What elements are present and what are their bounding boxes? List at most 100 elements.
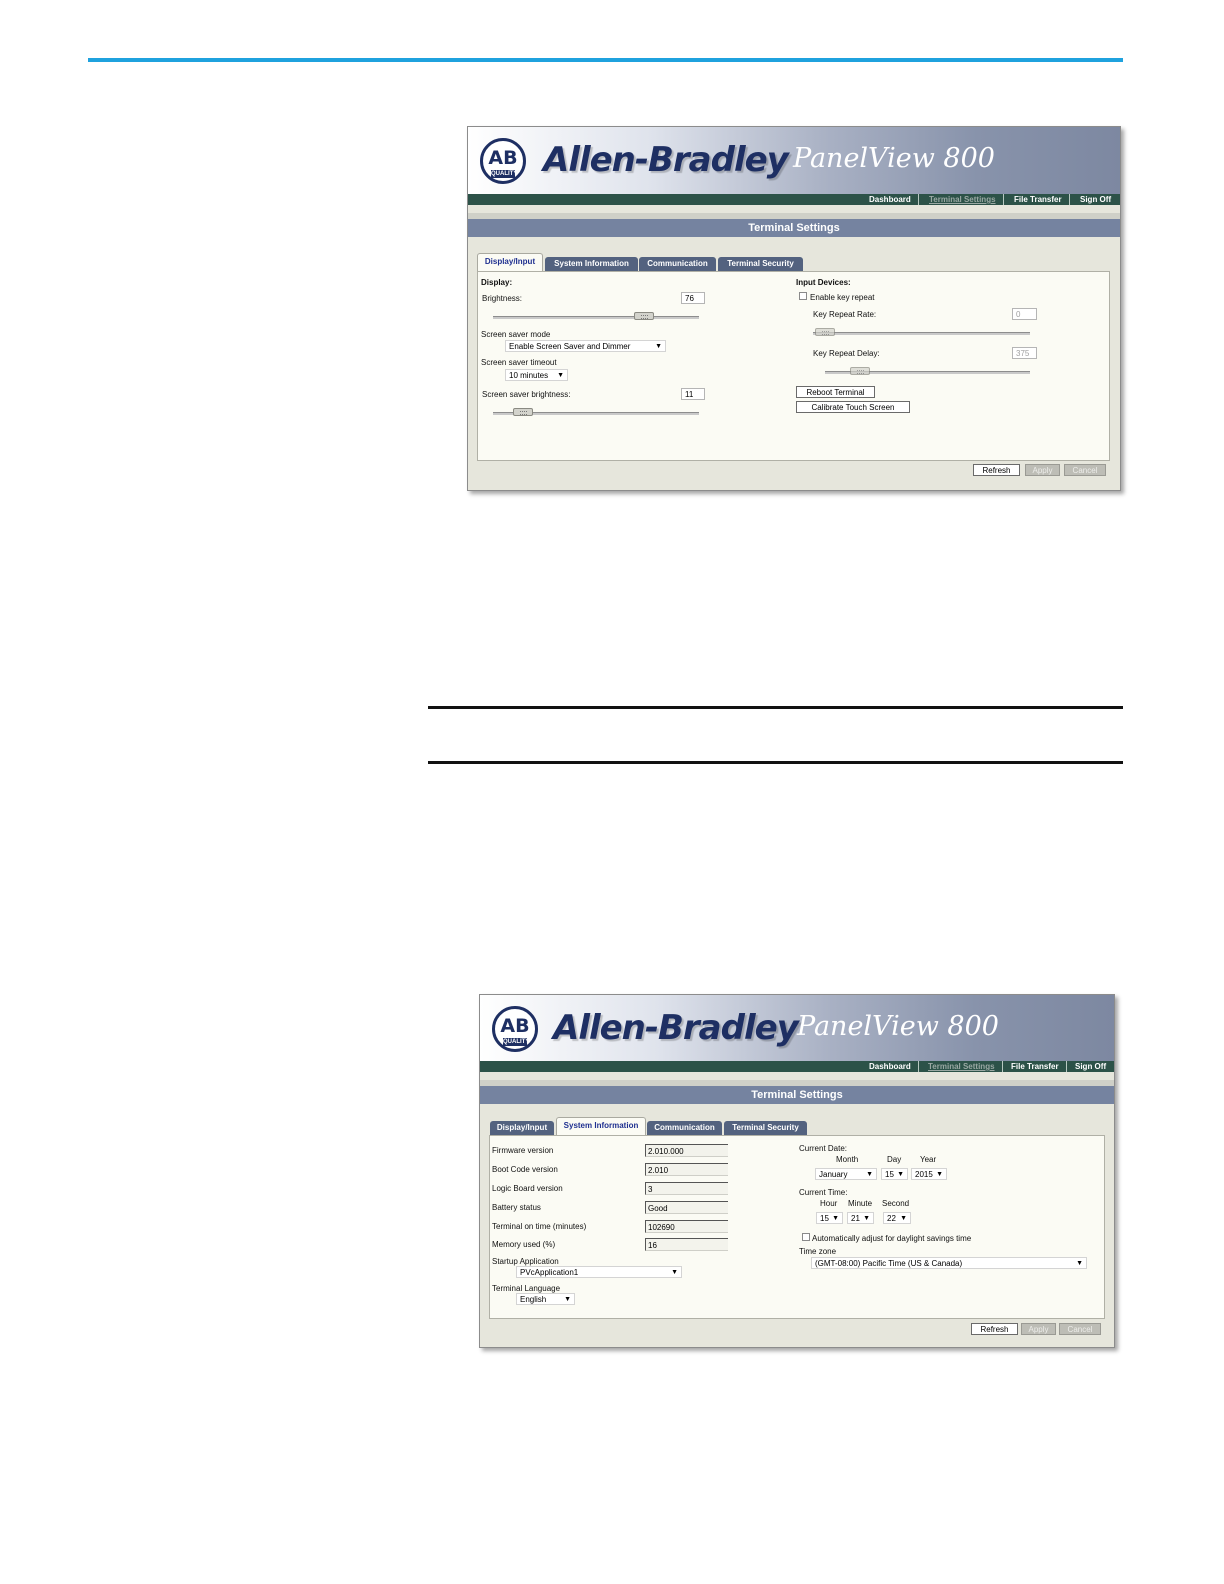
- saver-timeout-select[interactable]: 10 minutes ▼: [505, 369, 568, 381]
- month-label: Month: [836, 1155, 859, 1164]
- nav-terminal-settings[interactable]: Terminal Settings: [921, 1061, 1003, 1072]
- key-repeat-rate-thumb[interactable]: [815, 328, 835, 336]
- product-name: PanelView 800: [793, 143, 995, 174]
- info-value: 16: [645, 1238, 728, 1251]
- key-repeat-rate-input[interactable]: 0: [1012, 308, 1037, 320]
- tab-system-information[interactable]: System Information: [556, 1117, 646, 1135]
- brightness-input[interactable]: 76: [681, 292, 705, 304]
- apply-button[interactable]: Apply: [1021, 1323, 1056, 1335]
- nav-terminal-settings[interactable]: Terminal Settings: [922, 194, 1004, 205]
- month-value: January: [819, 1170, 848, 1179]
- tab-display-input[interactable]: Display/Input: [477, 253, 543, 271]
- divider-bottom: [428, 761, 1123, 764]
- saver-mode-label: Screen saver mode: [481, 330, 551, 339]
- tab-system-information[interactable]: System Information: [545, 257, 638, 271]
- reboot-terminal-button[interactable]: Reboot Terminal: [796, 386, 875, 398]
- chevron-down-icon: ▼: [863, 1215, 870, 1222]
- info-label: Battery status: [492, 1203, 541, 1212]
- key-repeat-delay-input[interactable]: 375: [1012, 347, 1037, 359]
- info-value: 2.010: [645, 1163, 728, 1176]
- input-devices-heading: Input Devices:: [796, 278, 851, 287]
- hour-label: Hour: [820, 1199, 838, 1208]
- current-date-label: Current Date:: [799, 1144, 848, 1153]
- second-select[interactable]: 22 ▼: [883, 1212, 911, 1224]
- product-name: PanelView 800: [797, 1011, 999, 1042]
- day-select[interactable]: 15 ▼: [881, 1168, 908, 1180]
- year-select[interactable]: 2015 ▼: [911, 1168, 947, 1180]
- chevron-down-icon: ▼: [936, 1171, 943, 1178]
- tab-terminal-security[interactable]: Terminal Security: [718, 257, 803, 271]
- saver-mode-select[interactable]: Enable Screen Saver and Dimmer ▼: [505, 340, 666, 352]
- dst-checkbox[interactable]: [802, 1233, 810, 1241]
- info-value: 2.010.000: [645, 1144, 728, 1157]
- terminal-language-select[interactable]: English ▼: [516, 1293, 575, 1305]
- info-value: 3: [645, 1182, 728, 1195]
- saver-brightness-slider-thumb[interactable]: [513, 408, 534, 416]
- second-label: Second: [882, 1199, 910, 1208]
- key-repeat-checkbox[interactable]: [799, 292, 807, 300]
- info-label: Terminal on time (minutes): [492, 1222, 587, 1231]
- terminal-language-value: English: [520, 1295, 547, 1304]
- dst-label: Automatically adjust for daylight saving…: [812, 1234, 972, 1243]
- saver-mode-value: Enable Screen Saver and Dimmer: [509, 342, 631, 351]
- settings-panel: Display: Brightness: 76 Screen saver mod…: [477, 271, 1110, 461]
- terminal-language-label: Terminal Language: [492, 1284, 561, 1293]
- brand-name: Allen-Bradley: [553, 1008, 799, 1048]
- chevron-down-icon: ▼: [900, 1215, 907, 1222]
- timezone-select[interactable]: (GMT-08:00) Pacific Time (US & Canada) ▼: [811, 1257, 1087, 1269]
- key-repeat-delay-thumb[interactable]: [850, 367, 870, 375]
- hour-select[interactable]: 15 ▼: [816, 1212, 843, 1224]
- chevron-down-icon: ▼: [557, 372, 564, 379]
- brightness-slider[interactable]: [493, 316, 699, 319]
- info-label: Memory used (%): [492, 1240, 556, 1249]
- screenshot-system-information: AB QUALITY Allen-Bradley PanelView 800 D…: [479, 994, 1115, 1348]
- banner: AB QUALITY Allen-Bradley PanelView 800: [468, 127, 1120, 194]
- calibrate-touch-screen-button[interactable]: Calibrate Touch Screen: [796, 401, 910, 413]
- chevron-down-icon: ▼: [564, 1296, 571, 1303]
- nav-sign-off[interactable]: Sign Off: [1073, 194, 1118, 205]
- nav-file-transfer[interactable]: File Transfer: [1007, 194, 1070, 205]
- nav-dashboard[interactable]: Dashboard: [862, 194, 919, 205]
- current-time-label: Current Time:: [799, 1188, 848, 1197]
- key-repeat-label: Enable key repeat: [810, 293, 875, 302]
- saver-timeout-value: 10 minutes: [509, 371, 549, 380]
- saver-brightness-label: Screen saver brightness:: [482, 390, 571, 399]
- year-value: 2015: [915, 1170, 933, 1179]
- brightness-slider-thumb[interactable]: [634, 312, 655, 320]
- nav-sign-off[interactable]: Sign Off: [1068, 1061, 1113, 1072]
- refresh-button[interactable]: Refresh: [973, 464, 1020, 476]
- brightness-label: Brightness:: [482, 294, 523, 303]
- header-rule: [88, 58, 1123, 62]
- tab-communication[interactable]: Communication: [639, 257, 716, 271]
- info-label: Boot Code version: [492, 1165, 558, 1174]
- key-repeat-rate-slider[interactable]: [813, 332, 1030, 335]
- minute-value: 21: [851, 1214, 860, 1223]
- banner: AB QUALITY Allen-Bradley PanelView 800: [480, 995, 1114, 1061]
- allen-bradley-logo: AB QUALITY: [492, 1006, 538, 1052]
- month-select[interactable]: January ▼: [815, 1168, 877, 1180]
- minute-label: Minute: [848, 1199, 873, 1208]
- cancel-button[interactable]: Cancel: [1064, 464, 1106, 476]
- cancel-button[interactable]: Cancel: [1059, 1323, 1101, 1335]
- top-nav: Dashboard Terminal Settings File Transfe…: [468, 194, 1120, 205]
- chevron-down-icon: ▼: [671, 1269, 678, 1276]
- info-label: Firmware version: [492, 1146, 554, 1155]
- nav-file-transfer[interactable]: File Transfer: [1004, 1061, 1067, 1072]
- page-title: Terminal Settings: [468, 213, 1120, 237]
- saver-brightness-input[interactable]: 11: [681, 388, 705, 400]
- top-nav: Dashboard Terminal Settings File Transfe…: [480, 1061, 1114, 1072]
- startup-application-select[interactable]: PVcApplication1 ▼: [516, 1266, 682, 1278]
- allen-bradley-logo: AB QUALITY: [480, 138, 526, 184]
- chevron-down-icon: ▼: [897, 1171, 904, 1178]
- nav-dashboard[interactable]: Dashboard: [862, 1061, 919, 1072]
- tab-terminal-security[interactable]: Terminal Security: [724, 1121, 807, 1135]
- tab-communication[interactable]: Communication: [647, 1121, 722, 1135]
- tab-display-input[interactable]: Display/Input: [490, 1121, 554, 1135]
- timezone-label: Time zone: [799, 1247, 837, 1256]
- refresh-button[interactable]: Refresh: [971, 1323, 1018, 1335]
- timezone-value: (GMT-08:00) Pacific Time (US & Canada): [815, 1259, 963, 1268]
- minute-select[interactable]: 21 ▼: [847, 1212, 874, 1224]
- chevron-down-icon: ▼: [655, 343, 662, 350]
- brand-name: Allen-Bradley: [543, 140, 789, 180]
- apply-button[interactable]: Apply: [1025, 464, 1060, 476]
